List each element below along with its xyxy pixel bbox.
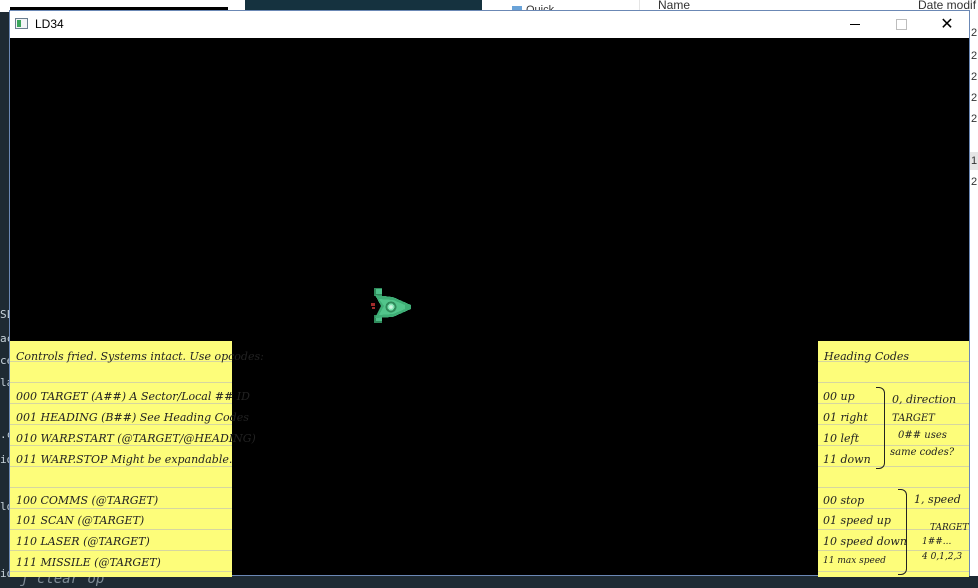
brace-mark [898, 489, 907, 575]
speed-note: 1, speed [914, 493, 961, 506]
heading-code: 11 down [823, 453, 871, 466]
date-fragment: 2 [971, 50, 978, 62]
close-icon: ✕ [940, 15, 954, 33]
spaceship-sprite [371, 288, 411, 323]
minimize-icon [850, 24, 860, 25]
heading-code: 00 up [823, 390, 855, 403]
heading-code: 10 left [823, 432, 860, 445]
note-line: 100 COMMS (@TARGET) [16, 494, 159, 507]
heading-code: 01 right [823, 411, 868, 424]
speed-code: 01 speed up [823, 514, 891, 527]
heading-note: 0## uses [898, 430, 947, 441]
opcodes-sticky-note: Controls fried. Systems intact. Use opco… [10, 341, 264, 577]
game-window: LD34 ✕ Controls fried. Systems intact. U… [9, 10, 970, 577]
speed-note: 1##... [922, 537, 952, 547]
maximize-button[interactable] [878, 11, 924, 38]
note-line: 110 LASER (@TARGET) [16, 535, 150, 548]
code-editor-bottom: j clear op [10, 571, 978, 588]
heading-codes-sticky-note: Heading Codes 00 up 01 right 10 left 11 … [818, 341, 969, 577]
brace-mark [876, 387, 885, 469]
note-line: 000 TARGET (A##) A Sector/Local ## ID [16, 390, 250, 403]
title-bar[interactable]: LD34 ✕ [10, 11, 969, 38]
note-header: Controls fried. Systems intact. Use opco… [16, 350, 264, 363]
speed-code: 10 speed down [823, 535, 907, 548]
note-line: 111 MISSILE (@TARGET) [16, 556, 161, 569]
note-header: Heading Codes [824, 350, 910, 363]
game-canvas[interactable]: Controls fried. Systems intact. Use opco… [10, 38, 969, 577]
note-line: 011 WARP.STOP Might be expandable. [16, 453, 233, 466]
date-fragment: 2 [971, 92, 978, 104]
speed-note: 4 0,1,2,3 [922, 552, 963, 562]
date-fragment: 2 [971, 27, 978, 39]
note-line: 010 WARP.START (@TARGET/@HEADING) [16, 432, 256, 445]
heading-note: same codes? [890, 447, 955, 458]
maximize-icon [895, 19, 907, 30]
speed-code: 00 stop [823, 494, 865, 507]
note-line: 001 HEADING (B##) See Heading Codes [16, 411, 249, 424]
heading-note: 0, direction [892, 393, 957, 406]
date-fragment: 2 [971, 71, 978, 83]
minimize-button[interactable] [832, 11, 878, 38]
speed-note: TARGET [930, 523, 969, 533]
heading-note: TARGET [892, 413, 935, 424]
window-title: LD34 [35, 17, 64, 31]
note-line: 101 SCAN (@TARGET) [16, 514, 145, 527]
close-button[interactable]: ✕ [924, 11, 970, 38]
app-icon [15, 18, 28, 29]
date-fragment: 1 [971, 155, 978, 167]
speed-code: 11 max speed [823, 556, 886, 566]
date-fragment: 2 [971, 113, 978, 125]
date-fragment: 2 [971, 176, 978, 188]
